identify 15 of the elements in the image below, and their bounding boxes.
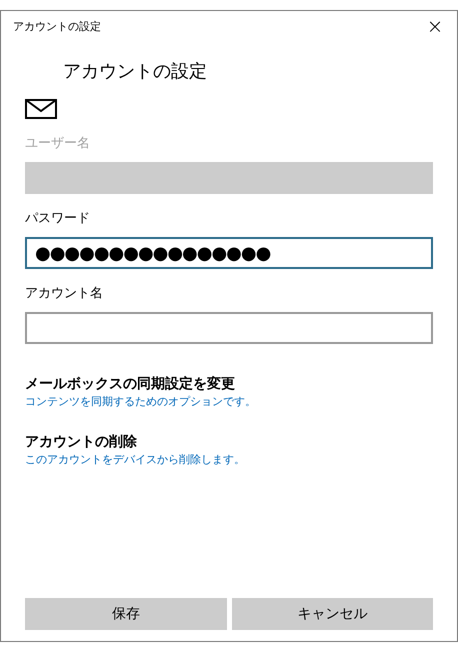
field-label: ユーザー名 bbox=[25, 135, 90, 153]
setting-description[interactable]: このアカウントをデバイスから削除します。 bbox=[25, 452, 245, 468]
dialog-button[interactable]: 保存 bbox=[25, 598, 226, 630]
envelope-icon bbox=[25, 99, 57, 119]
dialog-heading: アカウントの設定 bbox=[63, 60, 207, 84]
input-field[interactable] bbox=[25, 312, 433, 344]
field-label: パスワード bbox=[25, 210, 90, 228]
input-field[interactable]: ●●●●●●●●●●●●●●●● bbox=[25, 237, 433, 269]
close-button[interactable]: × bbox=[413, 11, 457, 41]
setting-title[interactable]: メールボックスの同期設定を変更 bbox=[25, 374, 235, 394]
window-title: アカウントの設定 bbox=[13, 18, 101, 34]
field-label: アカウント名 bbox=[25, 285, 103, 303]
setting-description[interactable]: コンテンツを同期するためのオプションです。 bbox=[25, 394, 256, 410]
dialog-button[interactable]: キャンセル bbox=[232, 598, 433, 630]
setting-title[interactable]: アカウントの削除 bbox=[25, 432, 137, 452]
